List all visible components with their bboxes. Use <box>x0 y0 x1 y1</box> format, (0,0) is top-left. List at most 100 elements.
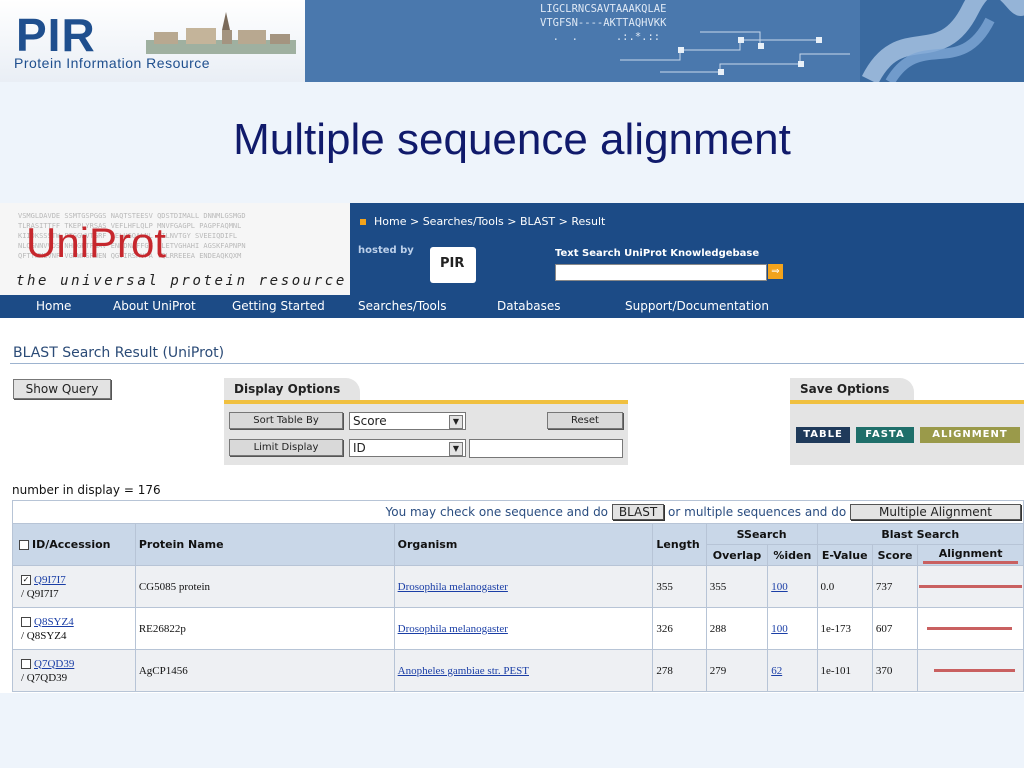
protein-name: CG5085 protein <box>134 565 395 608</box>
header-row-1: ID/Accession Protein Name Organism Lengt… <box>12 523 1024 566</box>
accession-id: / Q9I7I7 <box>21 587 59 600</box>
col-organism-header[interactable]: Organism <box>393 523 654 566</box>
alignment-bar[interactable] <box>919 585 1022 588</box>
accession-link[interactable]: Q9I7I7 <box>34 574 66 586</box>
reset-button[interactable]: Reset <box>547 412 623 429</box>
uniprot-header-right: Home > Searches/Tools > BLAST > Result h… <box>350 203 1024 295</box>
uniprot-logo[interactable]: UniProt <box>26 219 166 267</box>
show-query-button[interactable]: Show Query <box>13 379 111 399</box>
accession-id: / Q8SYZ4 <box>21 629 67 642</box>
overlap-value: 355 <box>705 565 769 608</box>
pir-logo-box: PIR Protein Information Resource <box>0 0 305 82</box>
save-alignment-button[interactable]: ALIGNMENT <box>920 427 1020 443</box>
slide-title: Multiple sequence alignment <box>233 115 791 164</box>
select-all-checkbox[interactable] <box>19 540 29 550</box>
heading-divider <box>10 363 1024 364</box>
row-checkbox[interactable]: ✓ <box>21 574 31 585</box>
chevron-down-icon: ▼ <box>449 442 463 456</box>
score-value: 737 <box>871 565 919 608</box>
bullet-icon <box>360 219 366 225</box>
alignment-header-bar <box>923 560 1018 564</box>
castle-skyline-icon <box>146 12 296 54</box>
search-go-icon[interactable]: ⇒ <box>768 264 783 279</box>
col-protein-header[interactable]: Protein Name <box>134 523 395 566</box>
action-message-row: You may check one sequence and do BLAST … <box>12 500 1024 524</box>
page-heading: BLAST Search Result (UniProt) <box>13 345 225 361</box>
protein-name: AgCP1456 <box>134 649 395 692</box>
evalue-value: 1e-173 <box>816 607 873 650</box>
accession-link[interactable]: Q8SYZ4 <box>34 616 74 628</box>
overlap-value: 288 <box>705 607 769 650</box>
nav-getting-started[interactable]: Getting Started <box>232 299 325 313</box>
uniprot-logo-area: VSMGLDAVDE SSMTGSPGGS NAQTSTEESV QDSTDIM… <box>0 203 350 295</box>
nav-searches-tools[interactable]: Searches/Tools <box>358 299 446 313</box>
chevron-down-icon: ▼ <box>449 415 463 429</box>
col-blast-header: Blast Search <box>816 523 1024 545</box>
uniprot-header: VSMGLDAVDE SSMTGSPGGS NAQTSTEESV QDSTDIM… <box>0 203 1024 295</box>
accession-id: / Q7QD39 <box>21 671 68 684</box>
nav-about-uniprot[interactable]: About UniProt <box>113 299 196 313</box>
overlap-value: 279 <box>705 649 769 692</box>
sort-table-by-button[interactable]: Sort Table By <box>229 412 343 429</box>
col-score-header[interactable]: Score <box>871 544 919 566</box>
evalue-value: 0.0 <box>816 565 873 608</box>
col-id-header[interactable]: ID/Accession <box>12 523 136 566</box>
table-row: Q7QD39/ Q7QD39 AgCP1456 Anopheles gambia… <box>12 649 1024 692</box>
multiple-alignment-button[interactable]: Multiple Alignment <box>850 504 1021 520</box>
table-row: Q8SYZ4/ Q8SYZ4 RE26822p Drosophila melan… <box>12 607 1024 650</box>
table-row: ✓ Q9I7I7/ Q9I7I7 CG5085 protein Drosophil… <box>12 565 1024 608</box>
accession-link[interactable]: Q7QD39 <box>34 658 74 670</box>
organism-link[interactable]: Anopheles gambiae str. PEST <box>398 665 529 677</box>
col-overlap-header[interactable]: Overlap <box>705 544 769 566</box>
length-value: 326 <box>652 607 707 650</box>
main-nav: Home About UniProt Getting Started Searc… <box>0 295 1024 318</box>
col-length-header[interactable]: Length <box>652 523 707 566</box>
length-value: 355 <box>652 565 707 608</box>
save-table-button[interactable]: TABLE <box>796 427 850 443</box>
iden-link[interactable]: 100 <box>771 623 788 635</box>
evalue-value: 1e-101 <box>816 649 873 692</box>
hosted-by-label: hosted by <box>358 245 414 256</box>
iden-link[interactable]: 62 <box>771 665 782 677</box>
row-checkbox[interactable] <box>21 616 31 627</box>
col-ssearch-header: SSearch <box>705 523 818 545</box>
limit-select[interactable]: ID ▼ <box>349 439 466 457</box>
row-checkbox[interactable] <box>21 658 31 669</box>
col-iden-header[interactable]: %iden <box>767 544 818 566</box>
pir-logo: PIR <box>16 9 96 61</box>
iden-link[interactable]: 100 <box>771 581 788 593</box>
protein-name: RE26822p <box>134 607 395 650</box>
circuit-graphic-icon <box>620 31 850 75</box>
text-search-label: Text Search UniProt Knowledgebase <box>555 248 760 259</box>
text-search-input[interactable] <box>555 264 767 281</box>
display-options-tab: Display Options <box>224 378 360 400</box>
pir-banner: PIR Protein Information Resource LIGCLRN… <box>0 0 1024 82</box>
score-value: 370 <box>871 649 919 692</box>
organism-link[interactable]: Drosophila melanogaster <box>398 581 508 593</box>
alignment-bar[interactable] <box>933 669 1015 672</box>
limit-display-button[interactable]: Limit Display <box>229 439 343 456</box>
uniprot-screenshot: VSMGLDAVDE SSMTGSPGGS NAQTSTEESV QDSTDIM… <box>0 203 1024 693</box>
message-part2: or multiple sequences and do <box>668 505 847 519</box>
uniprot-tagline: the universal protein resource <box>16 273 347 289</box>
col-alignment-header[interactable]: Alignment <box>917 544 1024 566</box>
col-evalue-header[interactable]: E-Value <box>816 544 873 566</box>
results-table: You may check one sequence and do BLAST … <box>12 500 1024 692</box>
breadcrumb[interactable]: Home > Searches/Tools > BLAST > Result <box>360 215 605 228</box>
nav-home[interactable]: Home <box>36 299 71 313</box>
save-fasta-button[interactable]: FASTA <box>856 427 914 443</box>
sort-select[interactable]: Score ▼ <box>349 412 466 430</box>
pir-subtitle: Protein Information Resource <box>14 55 211 71</box>
blast-button[interactable]: BLAST <box>611 504 665 520</box>
organism-link[interactable]: Drosophila melanogaster <box>398 623 508 635</box>
score-value: 607 <box>871 607 919 650</box>
nav-support-documentation[interactable]: Support/Documentation <box>625 299 769 313</box>
save-options-tab: Save Options <box>790 378 914 400</box>
limit-value-input[interactable] <box>469 439 623 458</box>
message-part1: You may check one sequence and do <box>385 505 609 519</box>
nav-databases[interactable]: Databases <box>497 299 561 313</box>
alignment-bar[interactable] <box>927 627 1012 630</box>
protein-helix-icon <box>860 0 1024 82</box>
pir-hosted-logo[interactable]: PIR <box>430 247 476 283</box>
length-value: 278 <box>652 649 707 692</box>
